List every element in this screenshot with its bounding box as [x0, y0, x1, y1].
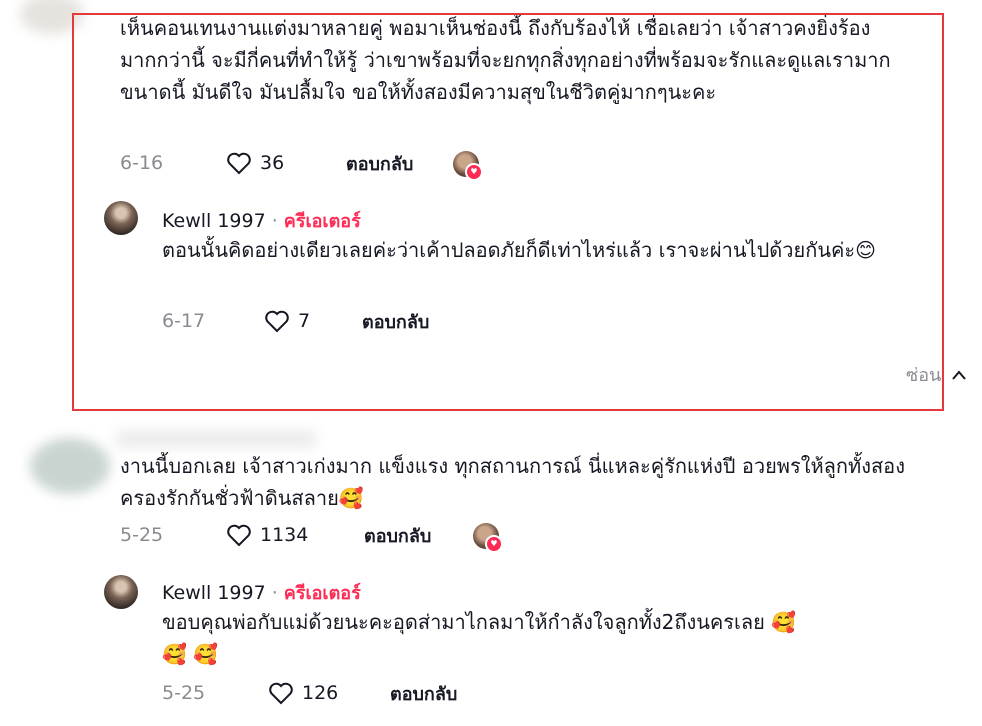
like-heart-icon[interactable] — [224, 148, 254, 178]
reply-date: 6-17 — [162, 310, 206, 332]
reply-button[interactable]: ตอบกลับ — [390, 679, 457, 708]
commenter-avatar[interactable] — [20, 0, 84, 34]
commenter-name-blur — [116, 430, 316, 448]
comment-date: 5-25 — [120, 524, 164, 546]
creator-liked-avatar: ♥ — [453, 151, 483, 181]
commenter-avatar[interactable] — [30, 438, 110, 494]
like-heart-icon[interactable] — [262, 306, 292, 336]
like-count: 36 — [260, 152, 285, 174]
smile-emoji-icon: 😊 — [855, 238, 876, 262]
reply-button[interactable]: ตอบกลับ — [362, 307, 429, 336]
reply-author-line: Kewll 1997 · ครีเอเตอร์ — [162, 206, 361, 235]
comment-meta: 6-16 36 ตอบกลับ — [120, 148, 413, 178]
comment-meta: 5-25 1134 ตอบกลับ — [120, 520, 431, 550]
reply-avatar[interactable] — [104, 201, 138, 235]
heart-badge-icon: ♥ — [485, 535, 503, 553]
comment-text: เห็นคอนเทนงานแต่งมาหลายคู่ พอมาเห็นช่องน… — [120, 16, 891, 104]
reply-text-content: ขอบคุณพ่อกับแม่ด้วยนะคะอุดส่ามาไกลมาให้ก… — [162, 610, 765, 634]
smiling-hearts-emoji-icon: 🥰 — [771, 610, 797, 634]
reply-author-line: Kewll 1997 · ครีเอเตอร์ — [162, 578, 361, 607]
like-count: 1134 — [260, 524, 309, 546]
comment-date: 6-16 — [120, 152, 164, 174]
creator-tag: ครีเอเตอร์ — [283, 211, 361, 232]
separator: · — [271, 209, 278, 232]
like-count: 126 — [302, 682, 339, 704]
chevron-up-icon — [952, 369, 967, 380]
creator-liked-avatar: ♥ — [473, 523, 503, 553]
reply-text: ขอบคุณพ่อกับแม่ด้วยนะคะอุดส่ามาไกลมาให้ก… — [162, 606, 902, 670]
comment-text: งานนี้บอกเลย เจ้าสาวเก่งมาก แข็งแรง ทุกส… — [120, 450, 920, 514]
like-heart-icon[interactable] — [266, 678, 296, 708]
reply-author-name[interactable]: Kewll 1997 — [162, 210, 266, 232]
reply-button[interactable]: ตอบกลับ — [346, 149, 413, 178]
reply-meta: 5-25 126 ตอบกลับ — [162, 678, 457, 708]
like-heart-icon[interactable] — [224, 520, 254, 550]
smiling-hearts-emoji-icon: 🥰 — [338, 486, 364, 510]
reply-text: ตอนนั้นคิดอย่างเดียวเลยค่ะว่าเค้าปลอดภัย… — [162, 234, 922, 266]
separator: · — [271, 581, 278, 604]
reply-author-name[interactable]: Kewll 1997 — [162, 582, 266, 604]
heart-badge-icon: ♥ — [465, 163, 483, 181]
comment-text-content: งานนี้บอกเลย เจ้าสาวเก่งมาก แข็งแรง ทุกส… — [120, 454, 905, 510]
hide-label: ซ่อน — [906, 365, 942, 386]
reply-button[interactable]: ตอบกลับ — [364, 521, 431, 550]
hide-replies-button[interactable]: ซ่อน — [906, 360, 967, 389]
reply-avatar[interactable] — [104, 575, 138, 609]
reply-date: 5-25 — [162, 682, 206, 704]
reply-text-content: ตอนนั้นคิดอย่างเดียวเลยค่ะว่าเค้าปลอดภัย… — [162, 238, 856, 262]
smiling-hearts-emoji-icon: 🥰 🥰 — [162, 642, 219, 666]
like-count: 7 — [298, 310, 311, 332]
creator-tag: ครีเอเตอร์ — [283, 583, 361, 604]
reply-meta: 6-17 7 ตอบกลับ — [162, 306, 429, 336]
